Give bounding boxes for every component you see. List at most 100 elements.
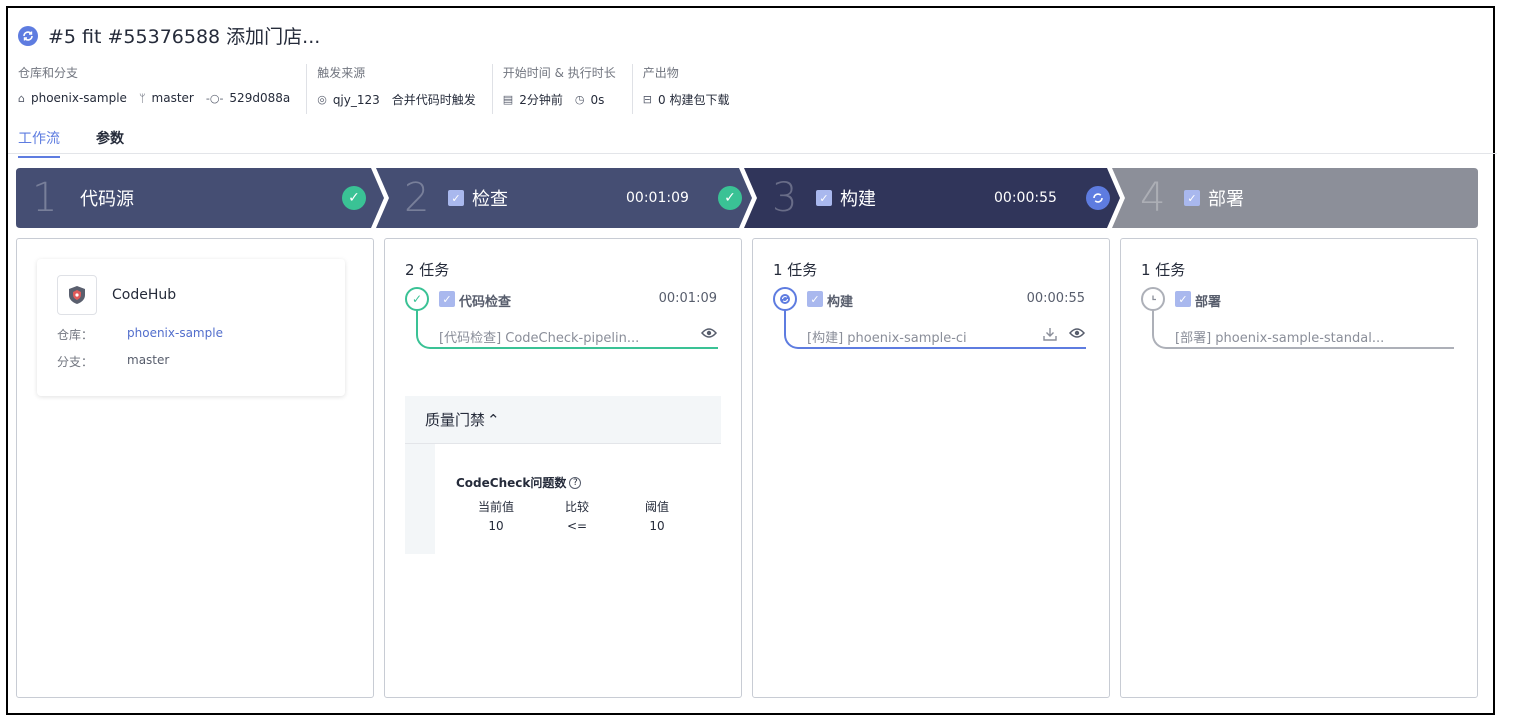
artifact-download[interactable]: 0 构建包下载 [658,91,729,108]
eye-icon[interactable] [1069,327,1085,345]
task-count: 2 任务 [405,261,450,279]
codehub-repo-link[interactable]: phoenix-sample [127,326,223,340]
start-time: 2分钟前 [519,93,563,107]
stage-build-name: 构建 [840,189,876,210]
branch-icon: ᛘ [138,91,146,105]
meta-trigger-label: 触发来源 [317,66,366,80]
stage-build-checkbox[interactable]: ✓ [816,190,832,206]
gate-current-value: 10 [488,519,504,533]
title-row: #5 fit #55376588 添加门店... [18,22,320,49]
meta-repo: 仓库和分支 ⌂ phoenix-sample ᛘ master -○- 529d… [8,64,308,114]
stage-check-time: 00:01:09 [626,190,689,206]
codehub-branch-label: 分支： [57,355,94,369]
job-time: 00:00:55 [1026,291,1085,306]
stage-deploy-name: 部署 [1208,189,1244,210]
branch-name[interactable]: master [152,91,194,105]
stage-check-name: 检查 [472,189,508,210]
codehub-branch-row: 分支： master [57,353,169,370]
success-icon: ✓ [342,186,366,210]
job-checkbox[interactable]: ✓ [1175,291,1191,307]
codehub-branch-value: master [127,353,170,367]
codehub-name: CodeHub [112,287,177,303]
panel-source: CodeHub 仓库： phoenix-sample 分支： master [16,238,374,698]
job-checkbox[interactable]: ✓ [807,291,823,307]
gate-current-label: 当前值 [477,500,514,514]
gate-compare: 比较 <= [547,498,607,533]
codehub-repo-row: 仓库： phoenix-sample [57,326,223,343]
duration: 0s [590,92,605,107]
stage-build[interactable]: 3 ✓ 构建 00:00:55 [744,168,1120,228]
repo-icon: ⌂ [18,91,25,105]
stage-check-checkbox[interactable]: ✓ [448,190,464,206]
stage-deploy-checkbox[interactable]: ✓ [1184,190,1200,206]
gate-compare-value: <= [566,519,588,533]
meta-trigger: 触发来源 ◎ qjy_123 合并代码时触发 [307,64,493,114]
success-icon: ✓ [718,186,742,210]
codehub-repo-label: 仓库： [57,328,94,342]
stage-build-number: 3 [772,175,798,221]
job-desc[interactable]: [代码检查] CodeCheck-pipelin... [439,327,639,346]
trigger-user: qjy_123 [332,92,380,107]
download-icon[interactable] [1043,327,1057,345]
job-desc[interactable]: [构建] phoenix-sample-ci [807,327,967,346]
stage-check-number: 2 [404,175,430,221]
eye-icon[interactable] [701,327,717,343]
meta-repo-label: 仓库和分支 [18,66,79,80]
running-icon [773,287,797,311]
panel-deploy: 1 任务 ✓ 部署 [部署] phoenix-sample-standal... [1120,238,1478,698]
panel-check: 2 任务 ✓ ✓ 代码检查 00:01:09 [代码检查] CodeCheck-… [384,238,742,698]
repo-name[interactable]: phoenix-sample [31,91,127,105]
gate-current: 当前值 10 [466,498,526,533]
running-status-icon [18,25,38,46]
meta-time: 开始时间 & 执行时长 ▤ 2分钟前 ◷ 0s [493,64,633,114]
job-build[interactable]: ✓ 构建 00:00:55 [构建] phoenix-sample-ci [773,287,1089,353]
clock-icon: ◷ [574,93,585,106]
stage-deploy-number: 4 [1140,175,1166,221]
job-name: 代码检查 [459,295,512,310]
page-title: #5 fit #55376588 添加门店... [48,26,321,48]
gate-compare-label: 比较 [564,500,589,514]
job-desc[interactable]: [部署] phoenix-sample-standal... [1175,327,1384,346]
job-name: 构建 [827,295,854,310]
stage-source[interactable]: 1 代码源 ✓ [16,168,384,228]
check-icon: ✓ [405,287,429,311]
meta-artifact-label: 产出物 [642,66,679,80]
quality-gate-title: 质量门禁 [425,411,486,429]
meta-artifact: 产出物 ⊟ 0 构建包下载 [633,64,746,114]
job-checkbox[interactable]: ✓ [439,291,455,307]
job-deploy[interactable]: ✓ 部署 [部署] phoenix-sample-standal... [1141,287,1457,353]
trigger-desc: 合并代码时触发 [391,93,476,107]
stage-source-number: 1 [32,175,58,221]
calendar-icon: ▤ [502,93,514,106]
meta-time-label: 开始时间 & 执行时长 [502,66,616,80]
gate-threshold-label: 阈值 [644,500,669,514]
stage-build-time: 00:00:55 [994,190,1057,206]
codehub-card[interactable]: CodeHub 仓库： phoenix-sample 分支： master [37,259,345,396]
stage-check[interactable]: 2 ✓ 检查 00:01:09 ✓ [376,168,752,228]
clock-icon [1141,287,1165,311]
chevron-up-icon[interactable]: ⌃ [487,411,500,429]
gate-threshold: 阈值 10 [627,498,687,533]
pipeline-run-page: #5 fit #55376588 添加门店... 仓库和分支 ⌂ phoenix… [6,6,1497,715]
run-meta: 仓库和分支 ⌂ phoenix-sample ᛘ master -○- 529d… [8,64,745,114]
gate-metric: CodeCheck问题数 ? [456,474,582,491]
gate-metric-name: CodeCheck问题数 [456,476,567,490]
quality-gate-header[interactable]: 质量门禁 ⌃ [405,396,721,444]
commit-icon: -○- [205,91,224,105]
task-count: 1 任务 [1141,261,1186,279]
tabs-divider [8,153,1497,154]
panel-build: 1 任务 ✓ 构建 00:00:55 [构建] phoenix-sample-c… [752,238,1110,698]
job-name: 部署 [1195,295,1222,310]
package-icon: ⊟ [642,93,653,106]
codehub-logo-icon [57,275,97,315]
help-icon[interactable]: ? [569,476,582,489]
stage-deploy[interactable]: 4 ✓ 部署 [1112,168,1478,228]
trigger-icon: ◎ [317,93,327,106]
quality-gate-body: CodeCheck问题数 ? 当前值 10 比较 <= 阈值 10 [405,444,721,554]
quality-gate: 质量门禁 ⌃ CodeCheck问题数 ? 当前值 10 比较 <= 阈值 10 [405,396,721,554]
running-icon [1086,186,1110,210]
gate-threshold-value: 10 [649,519,665,533]
job-code-check[interactable]: ✓ ✓ 代码检查 00:01:09 [代码检查] CodeCheck-pipel… [405,287,721,353]
job-time: 00:01:09 [658,291,717,306]
commit-id[interactable]: 529d088a [229,91,290,105]
